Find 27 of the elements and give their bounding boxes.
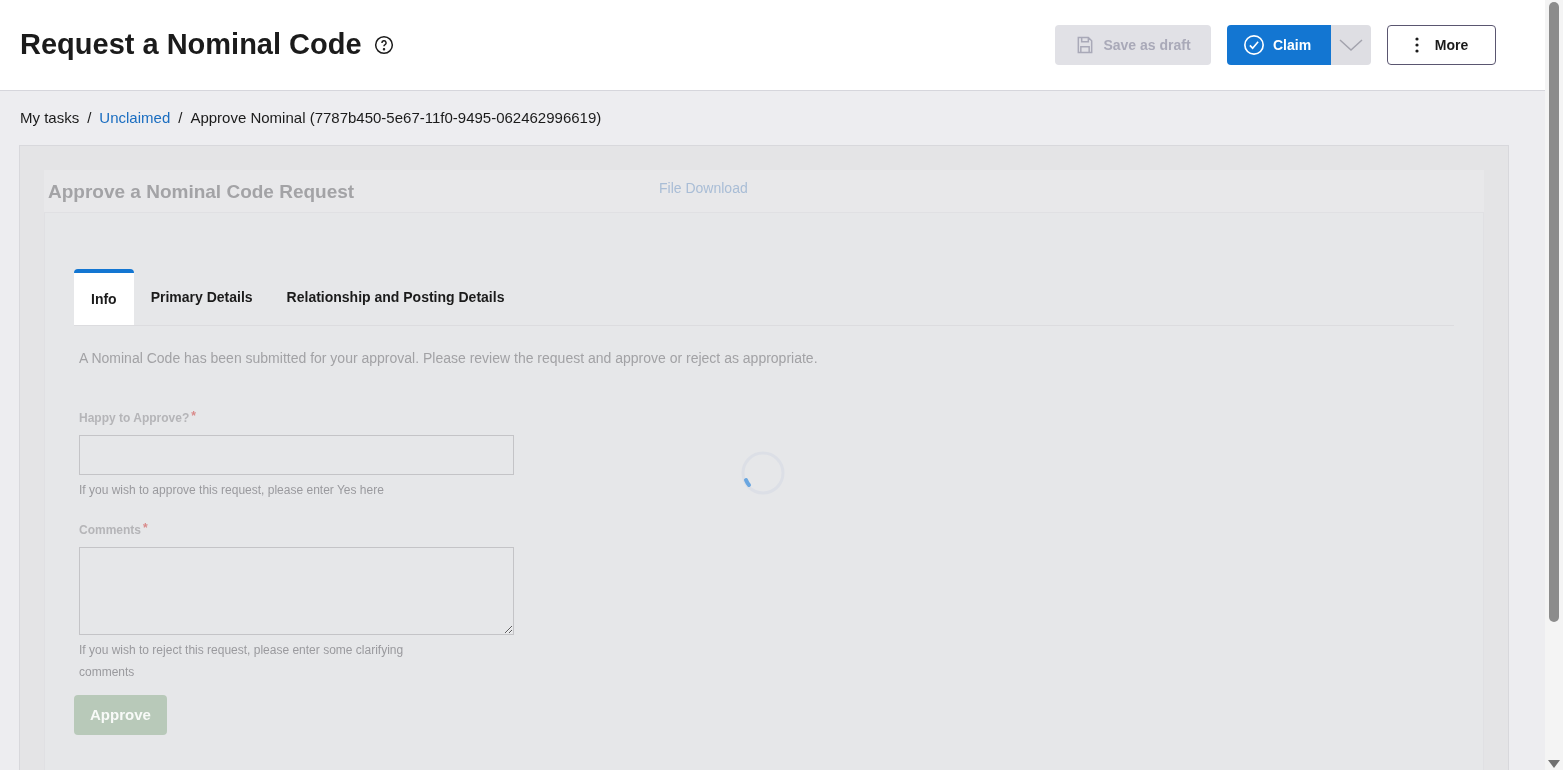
form-title: Approve a Nominal Code Request (47, 180, 355, 204)
dropdown-button[interactable] (1331, 25, 1371, 65)
required-mark: * (143, 520, 148, 537)
tab[interactable]: Primary Details (133, 269, 270, 325)
tab[interactable]: Info (74, 269, 134, 325)
approve-field[interactable] (79, 435, 514, 475)
field-hint: If you wish to reject this request, please enter some clarifying comments (79, 642, 405, 681)
breadcrumb-item: Approve Nominal (7787b450-5e67-11f0-9495-062462996619) (190, 107, 602, 128)
page-title: Request a Nominal Code (20, 27, 362, 63)
scrollbar-thumb[interactable] (1549, 2, 1559, 622)
breadcrumb-item[interactable]: My tasks (20, 106, 80, 130)
description-text: A Nominal Code has been submitted for your approval. Please review the request and approve or reject as appropriate. (79, 349, 819, 368)
chevron-down-icon (1339, 38, 1363, 52)
comments-field[interactable] (79, 547, 514, 635)
breadcrumb-separator: / (87, 107, 92, 128)
claim-button[interactable]: Claim (1227, 25, 1331, 65)
more-button[interactable]: More (1387, 25, 1496, 65)
scroll-down-icon[interactable] (1548, 760, 1560, 768)
required-mark: * (191, 408, 196, 425)
tab[interactable]: Relationship and Posting Details (269, 269, 522, 325)
breadcrumb-separator: / (178, 107, 183, 128)
help-icon[interactable] (373, 35, 394, 55)
check-circle-icon (1243, 34, 1265, 56)
breadcrumb-link[interactable]: Unclaimed (99, 106, 171, 130)
field-hint: If you wish to approve this request, please enter Yes here (79, 482, 385, 499)
vertical-dots-icon (1414, 37, 1419, 53)
scrollbar[interactable] (1545, 0, 1563, 770)
